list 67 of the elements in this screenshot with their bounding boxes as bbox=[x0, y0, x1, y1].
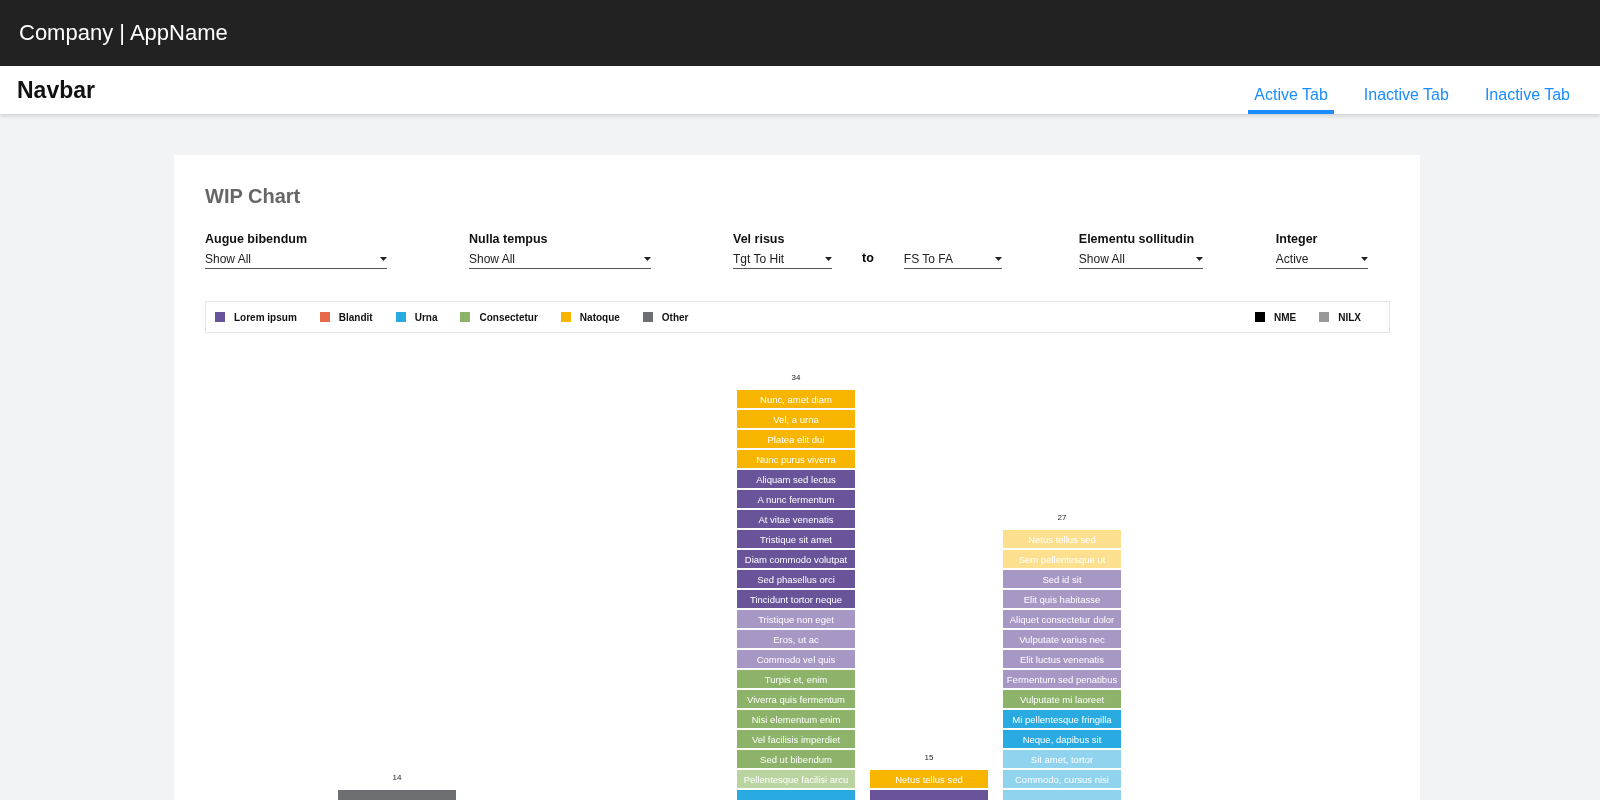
caret-icon bbox=[825, 257, 832, 261]
bar-segment: Sed phasellus orci bbox=[737, 570, 855, 588]
dropdown[interactable]: Show All bbox=[205, 252, 387, 269]
bar-segment: Nunc purus viverra bbox=[737, 450, 855, 468]
column-total: 15 bbox=[924, 753, 934, 762]
filter-label: Augue bibendum bbox=[205, 232, 309, 246]
bar-segment: Platea elit dui bbox=[737, 430, 855, 448]
filter-label: Nulla tempus bbox=[469, 232, 549, 246]
dropdown[interactable]: Active bbox=[1275, 252, 1368, 269]
bar-segment: Tristique non eget bbox=[737, 610, 855, 628]
filter-label: Vel risus bbox=[733, 232, 786, 246]
legend-item: Consectetur bbox=[460, 311, 538, 323]
app-title: Company | AppName bbox=[19, 20, 228, 46]
dropdown[interactable]: Show All bbox=[1078, 252, 1203, 269]
bar-segment: Elit luctus venenatis bbox=[1003, 650, 1121, 668]
bar-segment: Aliquet consectetur dolor bbox=[1003, 610, 1121, 628]
bar-segment: Netus tellus sed bbox=[870, 770, 988, 788]
dropdown[interactable]: Show All bbox=[469, 252, 651, 269]
column-total: 34 bbox=[791, 373, 801, 382]
bar-segment: Vel, a urna bbox=[737, 410, 855, 428]
bar-segment: Mi pellentesque fringilla bbox=[1003, 710, 1121, 728]
bar-segment: Commodo, cursus nisi bbox=[1003, 770, 1121, 788]
filter-label: Elementu sollitudin bbox=[1078, 232, 1196, 246]
caret-icon bbox=[380, 257, 387, 261]
bar-segment: A nunc fermentum bbox=[737, 490, 855, 508]
bar-segment: At vitae venenatis bbox=[737, 510, 855, 528]
bar-segment: Tristique sit amet bbox=[737, 530, 855, 548]
column-total: 27 bbox=[1057, 513, 1067, 522]
bar-segment: Elit quis habitasse bbox=[1003, 590, 1121, 608]
bar-segment: Diam commodo volutpat bbox=[737, 550, 855, 568]
column-total: 14 bbox=[392, 773, 402, 782]
legend-item: Natoque bbox=[560, 311, 620, 323]
filter-label: Integer bbox=[1275, 232, 1319, 246]
bar-segment: Turpis et, enim bbox=[737, 670, 855, 688]
caret-icon bbox=[1195, 257, 1203, 261]
bar-segment: Fermentum sed penatibus bbox=[1003, 670, 1121, 688]
bar-segment: Sem pellentesque ut bbox=[1003, 550, 1121, 568]
card-title: WIP Chart bbox=[205, 185, 302, 208]
bar-segment: Commodo vel quis bbox=[737, 650, 855, 668]
bar-segment: Vel facilisis imperdiet bbox=[737, 730, 855, 748]
caret-icon bbox=[1360, 257, 1368, 261]
caret-icon bbox=[644, 257, 651, 261]
legend-item: NILX bbox=[1319, 311, 1361, 323]
bar-segment: Vulputate mi laoreet bbox=[1003, 690, 1121, 708]
dropdown[interactable]: Tgt To Hit bbox=[733, 252, 832, 269]
bar-segment: Neque, dapibus sit bbox=[1003, 730, 1121, 748]
caret-icon bbox=[994, 257, 1002, 261]
legend-item: Urna bbox=[395, 311, 438, 323]
bar-segment: Aliquam sed lectus bbox=[737, 470, 855, 488]
bar-segment: Tincidunt tortor neque bbox=[737, 590, 855, 608]
range-separator: to bbox=[862, 251, 874, 265]
bar-segment: Netus tellus sed bbox=[1003, 530, 1121, 548]
bar-segment: Sit amet, tortor bbox=[1003, 750, 1121, 768]
bar-segment: Sed id sit bbox=[1003, 570, 1121, 588]
bar-segment: Nisi elementum enim bbox=[737, 710, 855, 728]
legend-item: NME bbox=[1255, 311, 1297, 323]
bar-segment: Eros, ut ac bbox=[737, 630, 855, 648]
legend-item: Other bbox=[642, 311, 689, 323]
bar-segment: Vulputate varius nec bbox=[1003, 630, 1121, 648]
legend-item: Blandit bbox=[319, 311, 373, 323]
legend-item: Lorem ipsum bbox=[215, 311, 297, 323]
bar-segment: Nunc, amet diam bbox=[737, 390, 855, 408]
bar-segment: Viverra quis fermentum bbox=[737, 690, 855, 708]
bar-segment: Pellentesque facilisi arcu bbox=[737, 770, 855, 788]
navbar-title: Navbar bbox=[17, 77, 95, 104]
dropdown[interactable]: FS To FA bbox=[903, 252, 1002, 269]
bar-segment: Sed ut bibendum bbox=[737, 750, 855, 768]
